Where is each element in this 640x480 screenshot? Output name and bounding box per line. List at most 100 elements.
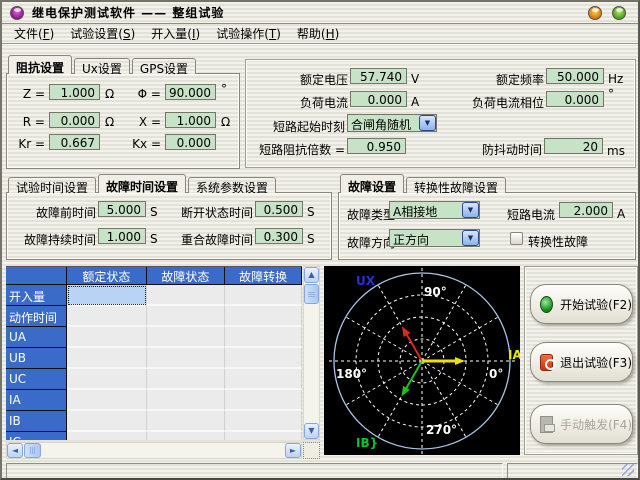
chevron-down-icon[interactable]: ▼ [462,202,479,218]
row-header[interactable]: IB [6,411,67,432]
short-start-label: 短路起始时刻 [256,118,345,135]
row-header[interactable]: UA [6,327,67,348]
menu-item-binary-input[interactable]: 开入量(I) [143,23,208,44]
open-state-time-label: 断开状态时间 [165,204,253,221]
table-cell[interactable] [147,306,226,327]
horizontal-scroll-thumb[interactable] [24,443,41,458]
manual-trigger-button[interactable]: 手动触发(F4) [530,404,633,444]
table-cell[interactable] [147,285,226,306]
tab-convert-fault-settings[interactable]: 转换性故障设置 [406,177,506,193]
scroll-down-icon[interactable]: ▼ [304,423,319,439]
row-header[interactable]: 开入量 [6,285,67,306]
load-current-field[interactable]: 0.000 [350,91,407,107]
tab-fault-time[interactable]: 故障时间设置 [98,174,186,193]
scroll-right-icon[interactable]: ► [285,443,301,458]
table-cell[interactable] [225,411,302,432]
open-state-time-field[interactable]: 0.500 [255,201,303,217]
kx-field[interactable]: 0.000 [165,134,216,150]
r-field[interactable]: 0.000 [49,112,100,128]
vertical-scroll-thumb[interactable] [304,284,319,304]
rated-voltage-field[interactable]: 57.740 [350,68,407,84]
load-current-unit: A [411,95,419,109]
table-cell[interactable] [225,348,302,369]
table-cell[interactable] [67,369,146,390]
minimize-button[interactable] [588,6,602,20]
tab-system-params[interactable]: 系统参数设置 [188,177,276,193]
phi-field[interactable]: 90.000 [165,84,216,100]
table-cell[interactable] [147,348,226,369]
current-ia-vector [455,357,465,365]
kr-field[interactable]: 0.667 [49,134,100,150]
chevron-down-icon[interactable]: ▼ [462,230,479,246]
r-label: R = [11,115,45,129]
row-header[interactable]: UB [6,348,67,369]
table-cell[interactable] [147,327,226,348]
table-cell[interactable] [67,390,146,411]
table-cell[interactable] [67,285,146,306]
table-cell[interactable] [67,306,146,327]
convert-fault-checkbox[interactable] [510,232,523,245]
resize-grip-icon[interactable] [622,464,634,476]
close-button[interactable] [612,6,626,20]
table-row: IA [6,390,302,411]
scroll-up-icon[interactable]: ▲ [304,267,319,283]
table-cell[interactable] [225,432,302,440]
row-header[interactable]: IC [6,432,67,440]
menu-item-file[interactable]: 文件(F) [6,23,62,44]
table-row: IB [6,411,302,432]
table-cell[interactable] [225,306,302,327]
rated-voltage-unit: V [411,72,419,86]
table-cell[interactable] [147,432,226,440]
table-cell[interactable] [147,369,226,390]
row-header[interactable]: 动作时间 [6,306,67,327]
table-cell[interactable] [225,390,302,411]
z-field[interactable]: 1.000 [49,84,100,100]
anti-shake-field[interactable]: 20 [544,138,603,154]
result-table: 额定状态故障状态故障转换开入量动作时间UAUBUCIAIBIC [6,266,302,440]
table-cell[interactable] [67,327,146,348]
rated-freq-field[interactable]: 50.000 [546,68,604,84]
table-cell[interactable] [147,390,226,411]
column-header[interactable]: 故障状态 [147,267,226,285]
x-field[interactable]: 1.000 [165,112,216,128]
horizontal-scrollbar[interactable]: ◄ ► [6,442,302,459]
fault-type-dropdown[interactable]: A相接地 ▼ [389,201,480,219]
tab-ux-settings[interactable]: Ux设置 [74,58,130,74]
tab-impedance-settings[interactable]: 阻抗设置 [8,55,72,74]
menu-item-help[interactable]: 帮助(H) [289,23,347,44]
start-test-button[interactable]: 开始试验(F2) [530,284,633,324]
load-current-phase-field[interactable]: 0.000 [546,91,604,107]
load-current-label: 负荷电流 [256,94,348,111]
table-cell[interactable] [225,327,302,348]
menu-item-test-operation[interactable]: 试验操作(T) [208,23,289,44]
row-header[interactable]: UC [6,369,67,390]
chevron-down-icon[interactable]: ▼ [419,115,436,131]
table-cell[interactable] [67,432,146,440]
table-cell[interactable] [67,411,146,432]
short-start-dropdown[interactable]: 合闸角随机 ▼ [347,114,437,132]
table-cell[interactable] [225,369,302,390]
short-current-field[interactable]: 2.000 [559,202,613,218]
pre-fault-time-field[interactable]: 5.000 [98,201,146,217]
fault-direction-dropdown[interactable]: 正方向 ▼ [389,229,480,247]
fault-duration-field[interactable]: 1.000 [98,228,146,244]
stop-test-button[interactable]: 退出试验(F3) [530,342,633,382]
table-cell[interactable] [147,411,226,432]
vertical-scrollbar[interactable]: ▲ ▼ [303,266,320,440]
tab-test-time[interactable]: 试验时间设置 [8,177,96,193]
phasor-label-deg0: 0° [489,367,503,381]
table-cell[interactable] [67,348,146,369]
reclose-fault-time-field[interactable]: 0.300 [255,228,303,244]
impedance-panel: 阻抗设置 Ux设置 GPS设置 Z = 1.000 Ω Φ = 90.000 °… [6,55,240,169]
menu-bar: 文件(F) 试验设置(S) 开入量(I) 试验操作(T) 帮助(H) [2,24,638,44]
start-test-label: 开始试验(F2) [560,296,632,313]
table-cell[interactable] [225,285,302,306]
impedance-multiple-field[interactable]: 0.950 [347,138,406,154]
scroll-left-icon[interactable]: ◄ [7,443,23,458]
column-header[interactable]: 额定状态 [67,267,147,285]
tab-gps-settings[interactable]: GPS设置 [132,58,196,74]
row-header[interactable]: IA [6,390,67,411]
menu-item-test-settings[interactable]: 试验设置(S) [62,23,143,44]
column-header[interactable]: 故障转换 [225,267,302,285]
tab-fault-settings[interactable]: 故障设置 [340,174,404,193]
